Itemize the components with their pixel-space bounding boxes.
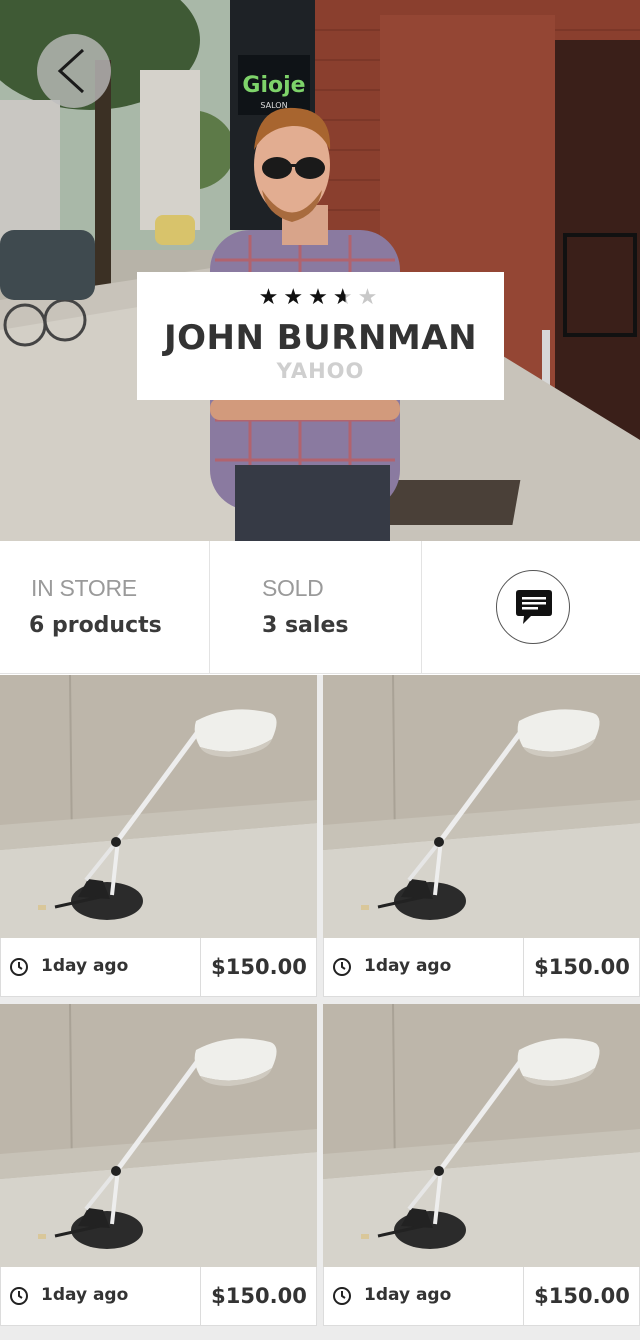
clock-icon	[10, 1287, 28, 1305]
stat-sold-label: SOLD	[262, 575, 324, 601]
chat-button[interactable]	[496, 570, 570, 644]
product-image	[323, 675, 640, 938]
product-time: 1day ago	[1, 938, 201, 996]
clock-icon	[10, 958, 28, 976]
rating-stars: ★★★★★	[137, 286, 504, 310]
star-icon: ★	[332, 285, 358, 310]
product-image	[0, 675, 317, 938]
product-price: $150.00	[211, 1284, 307, 1308]
stat-in-store: IN STORE 6 products	[0, 541, 210, 674]
stats-bar: IN STORE 6 products SOLD 3 sales	[0, 541, 640, 674]
product-image	[0, 1004, 317, 1267]
chat-bubble-icon	[516, 590, 552, 624]
stat-chat	[422, 541, 640, 674]
product-price: $150.00	[534, 1284, 630, 1308]
product-time: 1day ago	[324, 938, 524, 996]
product-time-text: 1day ago	[41, 956, 129, 976]
star-icon: ★	[308, 285, 333, 310]
product-price: $150.00	[534, 955, 630, 979]
star-icon: ★	[283, 285, 309, 310]
product-card[interactable]: 1day ago $150.00	[0, 675, 317, 997]
product-grid: 1day ago $150.00 1day ago $150.00 1day a…	[0, 675, 640, 1340]
stat-in-store-value: 6 products	[29, 613, 162, 638]
product-time-text: 1day ago	[364, 1285, 452, 1305]
product-meta: 1day ago $150.00	[0, 1267, 317, 1326]
profile-company: YAHOO	[276, 359, 365, 383]
product-meta: 1day ago $150.00	[323, 938, 640, 997]
stat-sold: SOLD 3 sales	[210, 541, 422, 674]
stat-in-store-label: IN STORE	[31, 575, 137, 601]
product-meta: 1day ago $150.00	[0, 938, 317, 997]
lamp-photo	[0, 675, 317, 938]
product-image	[323, 1004, 640, 1267]
lamp-photo	[323, 675, 640, 938]
product-time-text: 1day ago	[41, 1285, 129, 1305]
star-icon: ★	[357, 285, 383, 310]
stat-sold-value: 3 sales	[262, 613, 349, 638]
clock-icon	[333, 1287, 351, 1305]
product-time: 1day ago	[324, 1267, 524, 1325]
lamp-photo	[0, 1004, 317, 1267]
product-price: $150.00	[211, 955, 307, 979]
profile-hero: Gioje SALON ★★★★★ JOHN BURNMAN YAHOO	[0, 0, 640, 541]
svg-text:Gioje: Gioje	[242, 73, 305, 98]
product-time-text: 1day ago	[364, 956, 452, 976]
lamp-photo	[323, 1004, 640, 1267]
product-card[interactable]: 1day ago $150.00	[323, 675, 640, 997]
chevron-left-icon	[57, 48, 85, 94]
back-button[interactable]	[37, 34, 111, 108]
star-icon: ★	[258, 285, 284, 310]
product-time: 1day ago	[1, 1267, 201, 1325]
profile-name: JOHN BURNMAN	[163, 318, 478, 358]
product-card[interactable]: 1day ago $150.00	[323, 1004, 640, 1326]
product-card[interactable]: 1day ago $150.00	[0, 1004, 317, 1326]
clock-icon	[333, 958, 351, 976]
profile-card: ★★★★★ JOHN BURNMAN YAHOO	[137, 272, 504, 400]
product-meta: 1day ago $150.00	[323, 1267, 640, 1326]
